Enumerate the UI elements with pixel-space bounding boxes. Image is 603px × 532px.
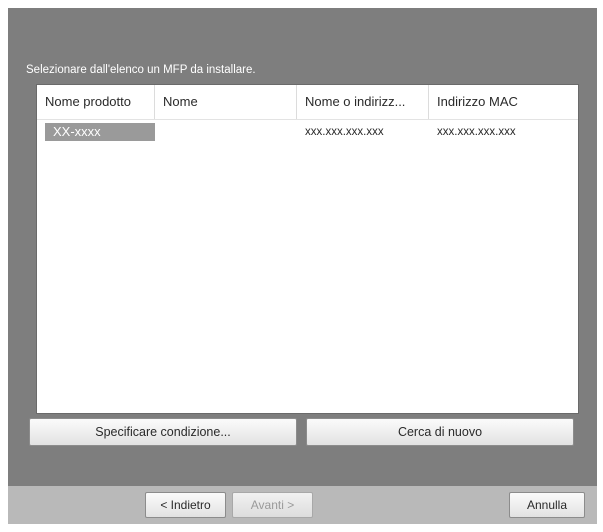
- mfp-list[interactable]: Nome prodotto Nome Nome o indirizz... In…: [36, 84, 579, 414]
- column-header-name[interactable]: Nome: [155, 85, 297, 119]
- cell-product: XX-xxxx: [45, 123, 155, 141]
- column-header-mac[interactable]: Indirizzo MAC: [429, 85, 578, 119]
- cell-address: xxx.xxx.xxx.xxx: [305, 126, 384, 138]
- table-row[interactable]: XX-xxxx xxx.xxx.xxx.xxx xxx.xxx.xxx.xxx: [37, 123, 578, 141]
- wizard-footer: < Indietro Avanti > Annulla: [8, 486, 597, 524]
- installer-dialog: Selezionare dall'elenco un MFP da instal…: [8, 8, 597, 532]
- next-button[interactable]: Avanti >: [232, 492, 313, 518]
- column-header-address[interactable]: Nome o indirizz...: [297, 85, 429, 119]
- bottom-strip: [0, 524, 603, 532]
- cancel-button[interactable]: Annulla: [509, 492, 585, 518]
- cell-mac: xxx.xxx.xxx.xxx: [437, 126, 516, 138]
- list-header: Nome prodotto Nome Nome o indirizz... In…: [37, 85, 578, 120]
- specify-condition-button[interactable]: Specificare condizione...: [29, 418, 297, 446]
- search-again-button[interactable]: Cerca di nuovo: [306, 418, 574, 446]
- column-header-product[interactable]: Nome prodotto: [37, 85, 155, 119]
- instruction-text: Selezionare dall'elenco un MFP da instal…: [26, 64, 256, 76]
- back-button[interactable]: < Indietro: [145, 492, 226, 518]
